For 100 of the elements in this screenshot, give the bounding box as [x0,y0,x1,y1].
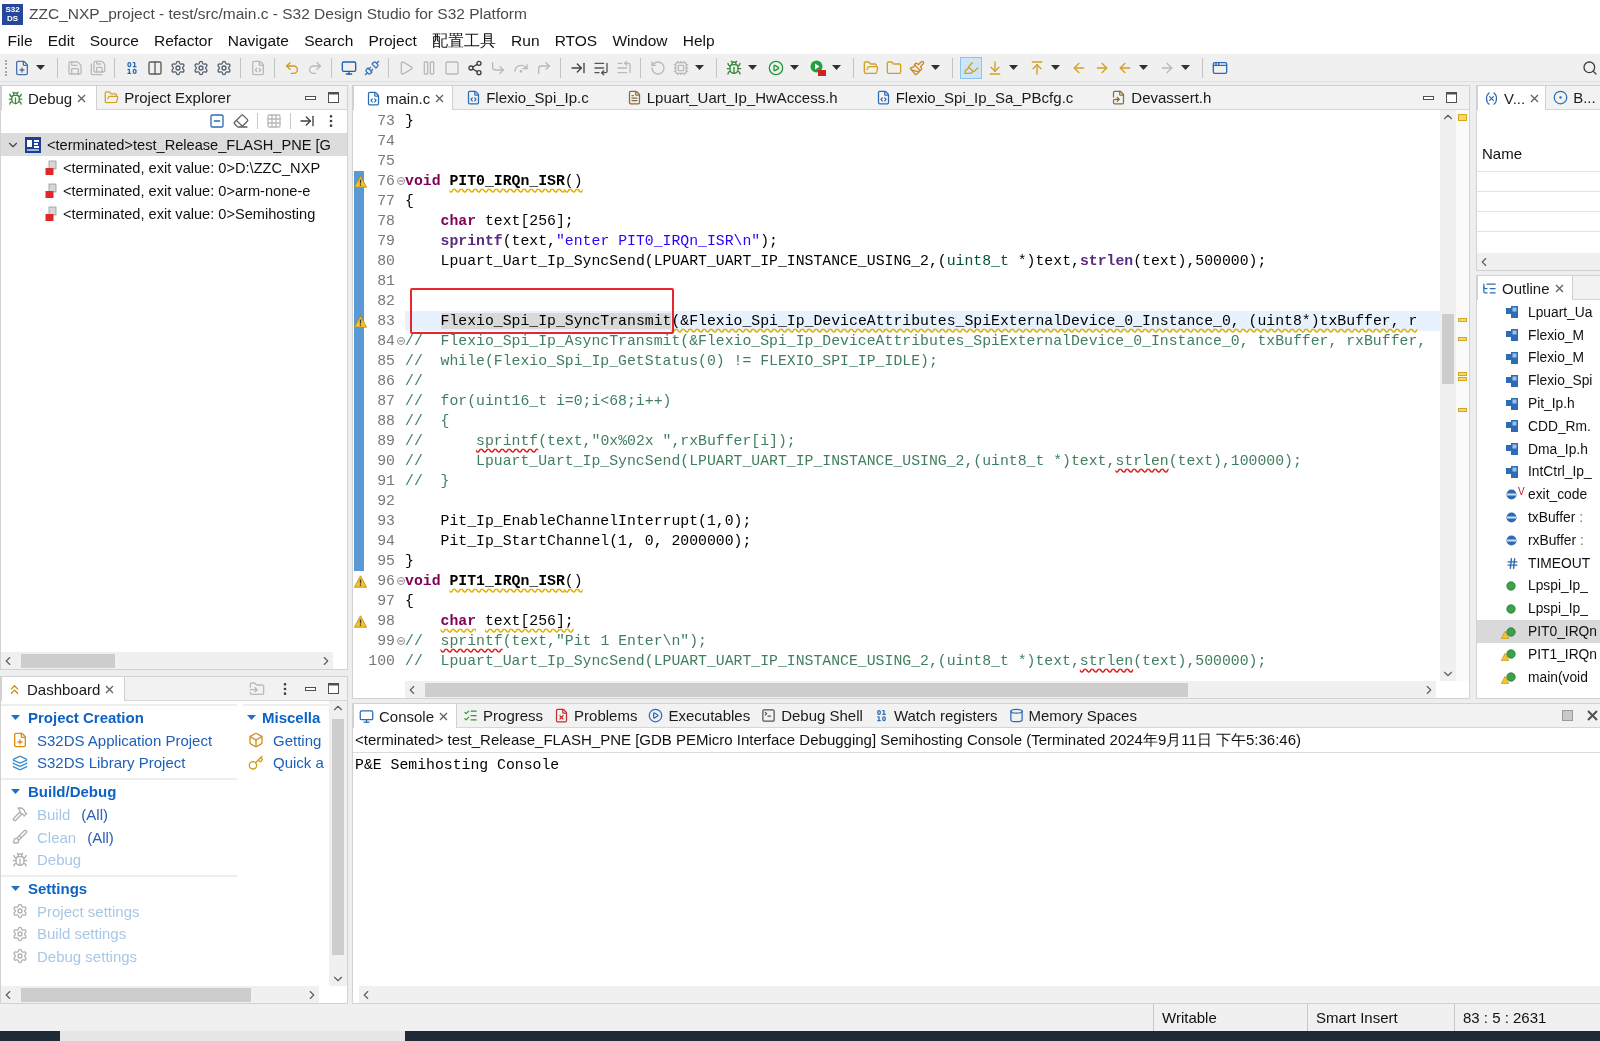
collapse-icon[interactable] [397,337,405,345]
triangle-down-icon[interactable] [11,787,20,797]
tab[interactable]: Progress [457,704,549,727]
maximize-icon[interactable] [328,92,339,103]
tab[interactable]: B... [1546,86,1600,109]
caret-icon[interactable] [747,65,757,70]
outline-item[interactable]: main(void [1477,665,1600,689]
outline-item[interactable]: V exit_code [1477,483,1600,507]
dashboard-link[interactable]: Quick a [273,754,324,772]
tab[interactable]: Debug [1,86,98,110]
gear-icon[interactable] [215,59,232,76]
outline-item[interactable]: Lpuart_Ua [1477,301,1600,324]
file-plus-icon[interactable] [13,59,30,76]
outline-item[interactable]: TIMEOUT [1477,551,1600,575]
bug-icon[interactable] [725,59,742,76]
outline-item[interactable]: PIT1_IRQn [1477,642,1600,666]
close-icon[interactable] [1587,710,1598,721]
outline-item[interactable]: IntCtrl_Ip_ [1477,460,1600,484]
tab[interactable]: Outline [1477,276,1573,300]
caret-icon[interactable] [1180,65,1190,70]
folder-input-icon[interactable] [249,680,265,697]
outline-item[interactable]: Dma_Ip.h [1477,437,1600,461]
close-icon[interactable] [435,93,445,103]
menu-item[interactable]: Search [296,30,361,52]
menu-item[interactable]: Help [675,30,723,52]
triangle-down-icon[interactable] [11,883,20,893]
outline-item[interactable]: PIT0_IRQn [1477,620,1600,643]
outline-item[interactable]: rxBuffer : [1477,528,1600,552]
menu-item[interactable]: Refactor [146,30,221,52]
tab[interactable]: Executables [642,704,756,727]
scroll-thumb[interactable] [332,719,344,955]
caret-icon[interactable] [694,65,704,70]
outline-item[interactable]: txBuffer : [1477,506,1600,529]
play-circle-badge-icon[interactable] [809,59,826,76]
menu-item[interactable]: File [0,30,41,52]
minimize-icon[interactable] [1423,95,1434,100]
minimize-icon[interactable] [305,95,316,100]
marker-icon[interactable] [1458,377,1467,381]
menu-item[interactable]: Edit [40,30,83,52]
outline-item[interactable]: Pit_Ip.h [1477,392,1600,415]
outline-item[interactable]: Flexio_M [1477,323,1600,347]
tab[interactable]: Flexio_Spi_Ip_Sa_PBcfg.c [862,86,1099,109]
scrollbar[interactable] [405,681,1436,698]
scrollbar[interactable] [1,986,319,1003]
outline-item[interactable]: Flexio_Spi [1477,369,1600,393]
search-icon[interactable] [1582,59,1598,76]
close-icon[interactable] [1554,283,1564,293]
close-icon[interactable] [1530,93,1540,103]
tab[interactable]: Memory Spaces [1002,704,1142,727]
scrollbar[interactable] [359,986,1600,1003]
marker-icon[interactable] [1458,318,1467,322]
tab[interactable]: Lpuart_Uart_Ip_HwAccess.h [613,86,863,109]
gear-icon[interactable] [192,59,209,76]
collapse-all-icon[interactable] [209,113,225,129]
dashboard-link[interactable]: S32DS Library Project [37,754,186,772]
caret-icon[interactable] [1008,65,1018,70]
outline-item[interactable]: CDD_Rm. [1477,415,1600,438]
menu-item[interactable]: Run [503,30,548,52]
menu-item[interactable]: Source [82,30,147,52]
caret-icon[interactable] [1050,65,1060,70]
tab[interactable]: Project Explorer [97,86,242,109]
section-header[interactable]: Project Creation [1,704,237,729]
maximize-icon[interactable] [1446,92,1457,103]
outline-item[interactable]: Flexio_M [1477,346,1600,370]
tab[interactable]: Problems [548,704,643,727]
monitor-icon[interactable] [340,59,357,76]
tab[interactable]: Devassert.h [1098,86,1237,109]
caret-icon[interactable] [831,65,841,70]
section-header[interactable]: Settings [1,874,237,900]
tree-item[interactable]: <terminated, exit value: 0>arm-none-e [1,179,347,202]
tab[interactable]: Console [353,704,458,728]
window-icon[interactable] [1211,59,1228,76]
menu-item[interactable]: 配置工具 [424,28,504,54]
caret-icon[interactable] [35,65,45,70]
tab[interactable]: Flexio_Spi_Ip.c [453,86,614,109]
tree-item[interactable]: <terminated>test_Release_FLASH_PNE [G [1,133,347,156]
tab[interactable]: V... [1477,86,1547,110]
close-icon[interactable] [439,711,449,721]
scrollbar[interactable] [1477,253,1600,270]
marker-icon[interactable] [1458,114,1467,121]
menu-item[interactable]: Navigate [220,30,297,52]
minimize-icon[interactable] [305,686,316,691]
menu-item[interactable]: Project [360,30,425,52]
triangle-down-icon[interactable] [11,713,20,722]
nodes-icon[interactable] [466,59,483,76]
scrollbar[interactable] [329,701,347,986]
caret-icon[interactable] [789,65,799,70]
tab[interactable]: Watch registers [867,704,1003,727]
play-circle-icon[interactable] [767,59,784,76]
menu-item[interactable]: RTOS [547,30,605,52]
marker-icon[interactable] [1458,372,1467,376]
collapse-icon[interactable] [397,177,405,185]
gear-icon[interactable] [169,59,186,76]
tab[interactable]: Dashboard [1,677,126,701]
dashboard-link[interactable]: S32DS Application Project [37,731,213,749]
menu-item[interactable]: Window [604,30,676,52]
scrollbar[interactable] [1,652,333,669]
eraser-icon[interactable] [233,113,249,129]
triangle-down-icon[interactable] [247,713,256,722]
marker-icon[interactable] [1458,408,1467,412]
